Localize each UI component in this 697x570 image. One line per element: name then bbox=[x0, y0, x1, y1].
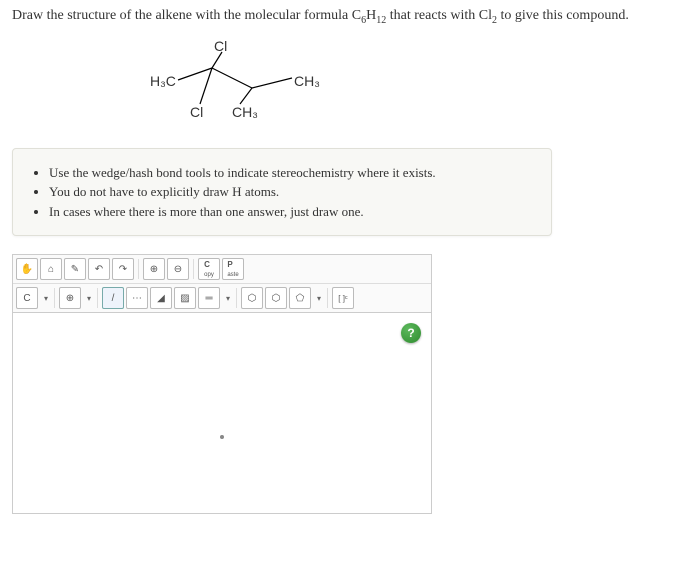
bond-dropdown[interactable]: ▾ bbox=[222, 294, 232, 303]
cyclopentane-tool[interactable]: ⬠ bbox=[289, 287, 311, 309]
separator bbox=[327, 288, 328, 308]
brackets-tool[interactable]: [ ]ᶜ bbox=[332, 287, 354, 309]
separator bbox=[236, 288, 237, 308]
copy-button[interactable]: Copy bbox=[198, 258, 220, 280]
hash-bond-tool[interactable]: ▨ bbox=[174, 287, 196, 309]
atom-dropdown[interactable]: ▾ bbox=[40, 294, 50, 303]
atom-c-button[interactable]: C bbox=[16, 287, 38, 309]
drawing-editor: ✋ ⌂ ✎ ↶ ↷ ⊕ ⊖ Copy Paste C ▾ ⊕ ▾ / ⋯ ◢ ▨… bbox=[12, 254, 432, 514]
paste-button[interactable]: Paste bbox=[222, 258, 244, 280]
benzene-tool[interactable]: ⬡ bbox=[241, 287, 263, 309]
redo-button[interactable]: ↷ bbox=[112, 258, 134, 280]
atom-ch3-right: CH₃ bbox=[294, 73, 320, 89]
ring-dropdown[interactable]: ▾ bbox=[313, 294, 323, 303]
drawing-canvas[interactable]: ? bbox=[13, 313, 431, 513]
hint-item: In cases where there is more than one an… bbox=[49, 202, 533, 222]
canvas-center-dot bbox=[220, 435, 224, 439]
help-button[interactable]: ? bbox=[401, 323, 421, 343]
dotted-bond-tool[interactable]: ⋯ bbox=[126, 287, 148, 309]
atom-ch3-bottom: CH₃ bbox=[232, 104, 258, 120]
wedge-bond-tool[interactable]: ◢ bbox=[150, 287, 172, 309]
single-bond-tool[interactable]: / bbox=[102, 287, 124, 309]
cyclohexane-tool[interactable]: ⬡ bbox=[265, 287, 287, 309]
hand-tool[interactable]: ✋ bbox=[16, 258, 38, 280]
hint-item: You do not have to explicitly draw H ato… bbox=[49, 182, 533, 202]
atom-cl-top: Cl bbox=[214, 38, 227, 54]
hint-item: Use the wedge/hash bond tools to indicat… bbox=[49, 163, 533, 183]
zoom-in-button[interactable]: ⊕ bbox=[143, 258, 165, 280]
home-tool[interactable]: ⌂ bbox=[40, 258, 62, 280]
pencil-tool[interactable]: ✎ bbox=[64, 258, 86, 280]
atom-cl-bottom: Cl bbox=[190, 104, 203, 120]
undo-button[interactable]: ↶ bbox=[88, 258, 110, 280]
charge-button[interactable]: ⊕ bbox=[59, 287, 81, 309]
separator bbox=[138, 259, 139, 279]
question-prompt: Draw the structure of the alkene with th… bbox=[12, 8, 685, 26]
separator bbox=[54, 288, 55, 308]
hints-panel: Use the wedge/hash bond tools to indicat… bbox=[12, 148, 552, 237]
charge-dropdown[interactable]: ▾ bbox=[83, 294, 93, 303]
zoom-out-button[interactable]: ⊖ bbox=[167, 258, 189, 280]
toolbar-row-1: ✋ ⌂ ✎ ↶ ↷ ⊕ ⊖ Copy Paste bbox=[13, 255, 431, 284]
double-bond-tool[interactable]: ═ bbox=[198, 287, 220, 309]
separator bbox=[193, 259, 194, 279]
atom-h3c-left: H₃C bbox=[150, 73, 176, 89]
separator bbox=[97, 288, 98, 308]
toolbar-row-2: C ▾ ⊕ ▾ / ⋯ ◢ ▨ ═ ▾ ⬡ ⬡ ⬠ ▾ [ ]ᶜ bbox=[13, 284, 431, 313]
product-structure: Cl H₃C CH₃ Cl CH₃ bbox=[112, 38, 332, 128]
